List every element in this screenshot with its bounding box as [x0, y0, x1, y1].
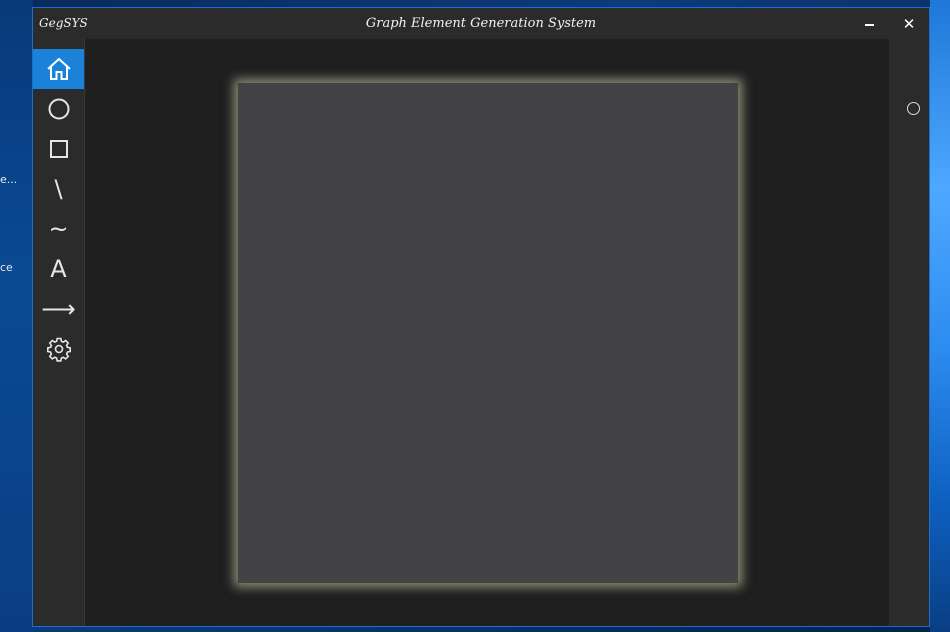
tool-line-button[interactable]: \	[33, 169, 84, 209]
window-title: Graph Element Generation System	[365, 16, 597, 31]
desktop-icon-label[interactable]: e...	[0, 173, 17, 186]
title-bar[interactable]: GegSYS Graph Element Generation System ✕	[33, 8, 929, 39]
circle-icon	[48, 98, 69, 120]
arrow-icon: ⟶	[41, 295, 76, 323]
tool-text-button[interactable]: A	[33, 249, 84, 289]
tool-circle-button[interactable]	[33, 89, 84, 129]
tool-curve-button[interactable]: ~	[33, 209, 84, 249]
tool-rectangle-button[interactable]	[33, 129, 84, 169]
curve-icon: ~	[48, 215, 69, 243]
home-icon	[46, 57, 71, 80]
minimize-button[interactable]	[849, 8, 889, 39]
workspace	[85, 39, 890, 626]
close-icon: ✕	[902, 14, 916, 33]
tool-arrow-button[interactable]: ⟶	[33, 289, 84, 329]
desktop-icon-label[interactable]: ce	[0, 261, 13, 274]
rectangle-icon	[49, 140, 68, 158]
desktop-background-left	[0, 0, 33, 632]
line-icon: \	[54, 175, 63, 203]
close-button[interactable]: ✕	[889, 8, 929, 39]
drawing-canvas[interactable]	[238, 83, 738, 583]
circle-indicator-icon[interactable]	[907, 102, 920, 115]
settings-icon	[46, 337, 71, 362]
minimize-icon	[864, 23, 874, 26]
properties-panel	[889, 39, 929, 626]
tool-home-button[interactable]	[33, 49, 84, 89]
text-icon: A	[50, 255, 67, 283]
app-window: GegSYS Graph Element Generation System ✕	[32, 7, 930, 627]
desktop-background-right	[930, 0, 950, 632]
tool-settings-button[interactable]	[33, 329, 84, 369]
tool-sidebar: \ ~ A ⟶	[33, 39, 85, 626]
